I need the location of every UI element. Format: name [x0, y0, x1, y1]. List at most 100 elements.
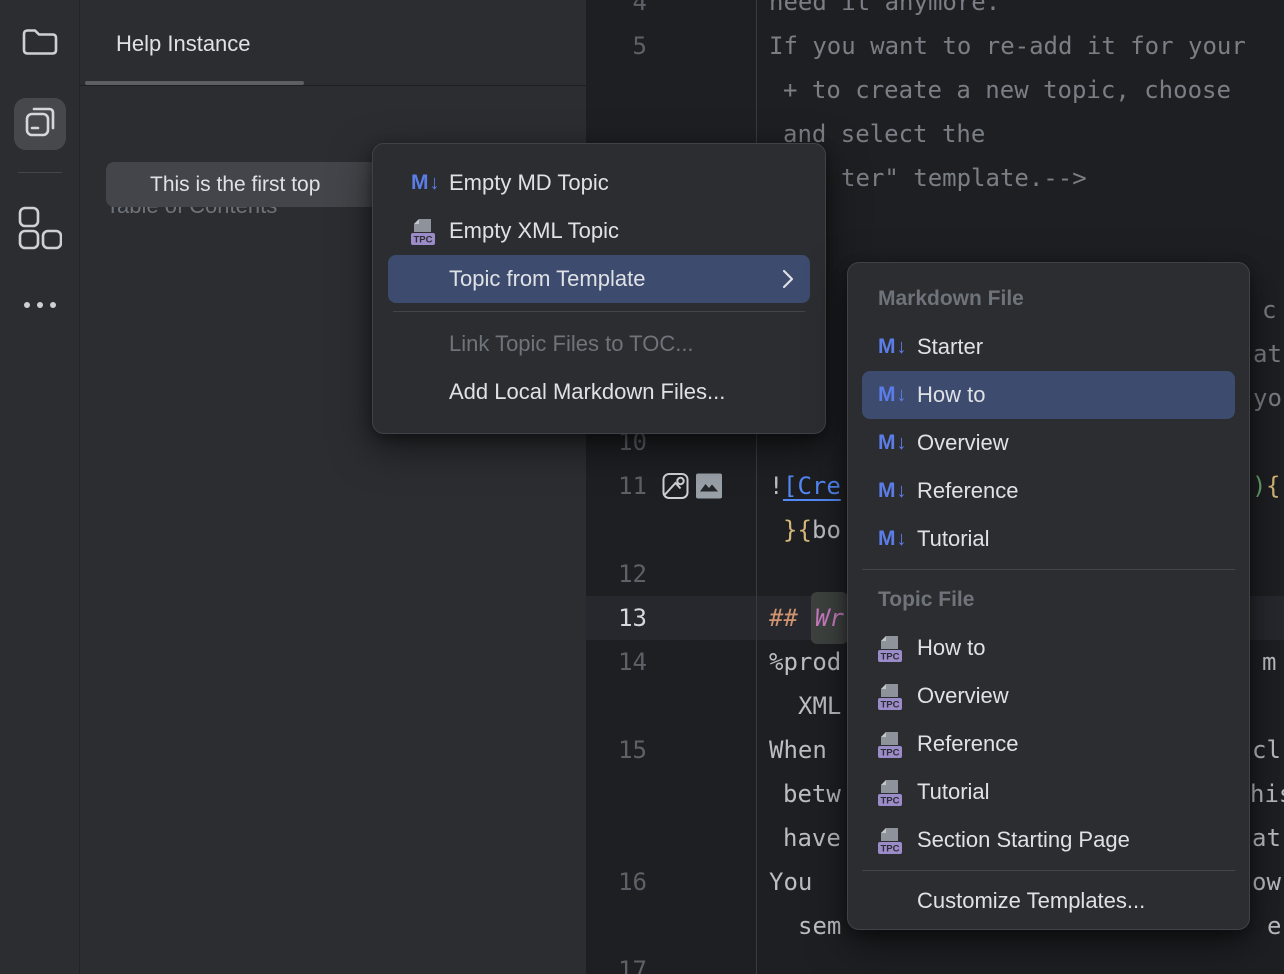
submenu-item-tutorial[interactable]: M↓Tutorial: [862, 515, 1235, 563]
submenu-item-customize-templates[interactable]: Customize Templates...: [862, 877, 1235, 925]
ide-window: 4 need it anymore. 5 If you want to re-add …: [0, 0, 1284, 974]
submenu-item-overview[interactable]: TPC Overview: [862, 672, 1235, 720]
line-number: 13: [586, 596, 647, 640]
svg-text:TPC: TPC: [881, 699, 900, 710]
topic-file-icon: TPC: [878, 731, 902, 758]
more-tools-button[interactable]: [14, 279, 66, 331]
menu-item-empty-xml-topic[interactable]: TPCEmpty XML Topic: [388, 207, 810, 255]
activity-bar: [0, 0, 80, 974]
line-number: 17: [586, 948, 647, 974]
toc-item-first-topic[interactable]: This is the first top: [106, 162, 378, 207]
code-text: ter" template.-->: [841, 156, 1087, 200]
tab-help-instance[interactable]: Help Instance: [116, 31, 251, 57]
menu-item-label: Overview: [917, 430, 1009, 456]
menu-item-label: Topic from Template: [449, 266, 645, 292]
code-text: betw: [783, 772, 841, 816]
submenu-item-how-to[interactable]: TPC How to: [862, 624, 1235, 672]
svg-text:TPC: TPC: [414, 234, 433, 245]
editor-line: 17: [586, 948, 1284, 974]
code-text: cl: [1252, 728, 1281, 772]
markdown-file-icon: M↓: [878, 527, 907, 551]
line-number: 16: [586, 860, 647, 904]
code-text: yo: [1253, 376, 1282, 420]
menu-item-label: How to: [917, 635, 985, 661]
markdown-file-icon: M↓: [878, 479, 907, 503]
code-text: Wr: [815, 596, 844, 640]
active-tab-indicator: [85, 81, 304, 85]
menu-item-label: Add Local Markdown Files...: [449, 379, 725, 405]
code-text: %prod: [769, 640, 841, 684]
structure-tool-button[interactable]: [14, 204, 66, 256]
code-text: [Cre: [783, 464, 841, 508]
topic-file-icon: TPC: [878, 827, 902, 854]
context-menu: M↓ Empty MD Topic TPCEmpty XML Topic Topic …: [372, 143, 826, 434]
line-number: 15: [586, 728, 647, 772]
folder-icon: [21, 25, 59, 64]
code-text: ##: [769, 596, 798, 640]
instances-tool-button[interactable]: [14, 98, 66, 150]
code-text: e: [1267, 904, 1281, 948]
code-text: You: [769, 860, 812, 904]
menu-item-label: Link Topic Files to TOC...: [449, 331, 694, 357]
line-number: 12: [586, 552, 647, 596]
submenu-item-tutorial[interactable]: TPC Tutorial: [862, 768, 1235, 816]
menu-item-label: Starter: [917, 334, 983, 360]
menu-item-label: Section Starting Page: [917, 827, 1130, 853]
markdown-file-icon: M↓: [878, 431, 907, 455]
code-text: If you want to re-add it for your: [769, 24, 1246, 68]
menu-item-topic-from-template[interactable]: Topic from Template: [388, 255, 810, 303]
menu-item-label: Tutorial: [917, 779, 990, 805]
topic-file-icon: TPC: [411, 218, 435, 245]
image-filled-icon[interactable]: [696, 474, 722, 499]
image-outline-icon[interactable]: [662, 473, 689, 500]
markdown-file-icon: M↓: [411, 171, 440, 195]
project-tool-button[interactable]: [14, 18, 66, 70]
menu-section-markdown-file: Markdown File: [878, 275, 1249, 323]
menu-item-label: Overview: [917, 683, 1009, 709]
code-text: When: [769, 728, 827, 772]
activity-bar-divider: [18, 172, 62, 173]
instances-icon: [20, 102, 60, 147]
editor-line: + to create a new topic, choose: [586, 68, 1284, 112]
menu-separator: [393, 311, 805, 312]
line-number: 14: [586, 640, 647, 684]
line-number: 4: [586, 0, 647, 24]
submenu-item-starter[interactable]: M↓ Starter: [862, 323, 1235, 371]
svg-text:TPC: TPC: [881, 651, 900, 662]
submenu-item-how-to[interactable]: M↓How to: [862, 371, 1235, 419]
svg-text:TPC: TPC: [881, 747, 900, 758]
line-number: 5: [586, 24, 647, 68]
line-number: 11: [586, 464, 647, 508]
toc-item-label: This is the first top: [150, 173, 320, 196]
editor-line: 5 If you want to re-add it for your: [586, 24, 1284, 68]
menu-item-label: Empty MD Topic: [449, 170, 609, 196]
menu-item-link-topic-files-to-toc[interactable]: Link Topic Files to TOC...: [388, 320, 810, 368]
menu-item-label: Customize Templates...: [917, 888, 1145, 914]
submenu-item-reference[interactable]: M↓ Reference: [862, 467, 1235, 515]
topic-file-icon: TPC: [878, 779, 902, 806]
code-text: at: [1252, 816, 1281, 860]
code-text: his: [1250, 772, 1284, 816]
svg-text:TPC: TPC: [881, 843, 900, 854]
menu-separator: [862, 870, 1235, 871]
submenu-item-overview[interactable]: M↓ Overview: [862, 419, 1235, 467]
topic-file-icon: TPC: [878, 635, 902, 662]
menu-item-empty-md-topic[interactable]: M↓ Empty MD Topic: [388, 159, 810, 207]
menu-separator: [862, 569, 1235, 570]
menu-item-label: Reference: [917, 478, 1019, 504]
code-text: + to create a new topic, choose: [783, 68, 1245, 112]
submenu-item-section-starting-page[interactable]: TPC Section Starting Page: [862, 816, 1235, 864]
menu-item-label: Reference: [917, 731, 1019, 757]
structure-icon: [18, 206, 62, 255]
menu-section-topic-file: Topic File: [878, 576, 1249, 624]
code-text: c: [1262, 288, 1276, 332]
more-icon: [23, 296, 57, 314]
markdown-file-icon: M↓: [878, 335, 907, 359]
menu-item-add-local-markdown-files[interactable]: Add Local Markdown Files...: [388, 368, 810, 416]
code-text: sem: [798, 904, 841, 948]
code-text: need it anymore.: [769, 0, 1000, 24]
submenu-item-reference[interactable]: TPC Reference: [862, 720, 1235, 768]
menu-item-label: How to: [917, 382, 985, 408]
code-text: ): [1252, 464, 1266, 508]
code-text: bo: [812, 508, 841, 552]
